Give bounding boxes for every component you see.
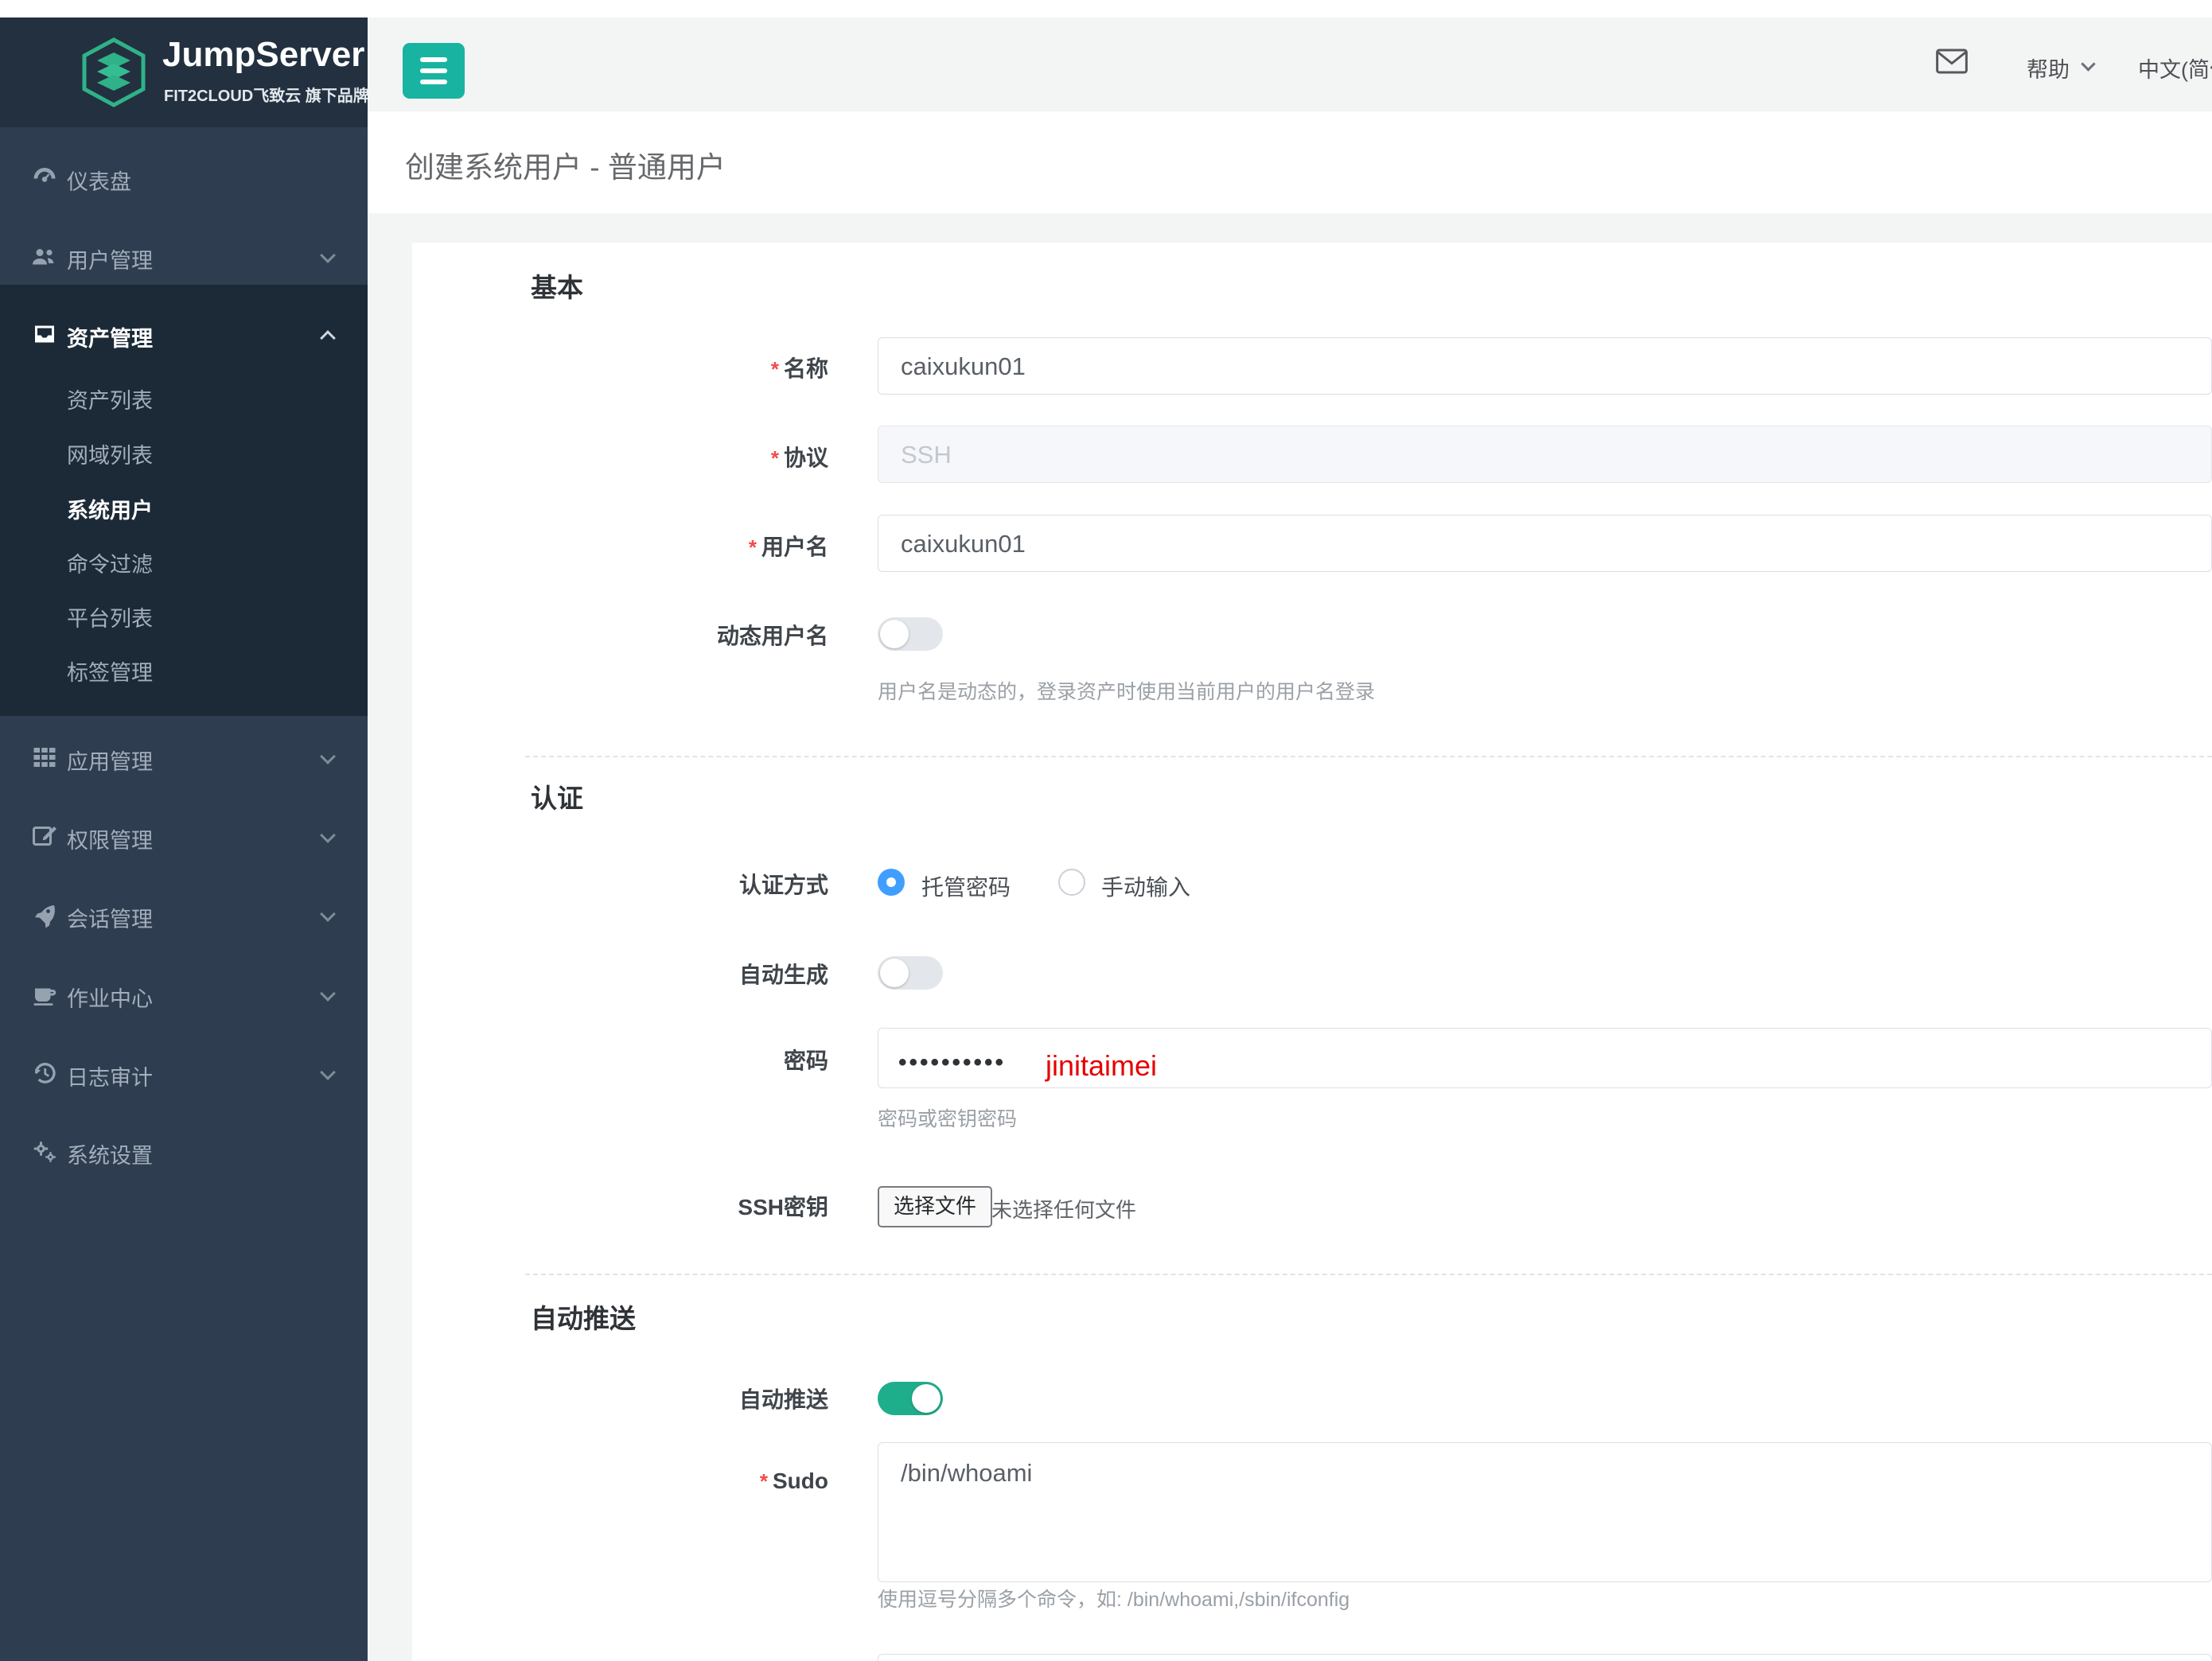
dynamic-username-help: 用户名是动态的，登录资产时使用当前用户的用户名登录 xyxy=(878,676,1375,705)
topbar: 帮助 中文(简体 xyxy=(368,18,2212,112)
dynamic-username-toggle[interactable] xyxy=(878,617,943,651)
required-asterisk: * xyxy=(771,357,779,381)
password-masked-value: •••••••••• xyxy=(898,1049,1006,1076)
name-label: *名称 xyxy=(412,352,828,383)
sidebar-item-command-filters[interactable]: 命令过滤 xyxy=(0,536,368,584)
sidebar-item-user-management[interactable]: 用户管理 xyxy=(0,231,368,282)
jumpserver-app: JumpServer FIT2CLOUD飞致云 旗下品牌 仪表盘 用户管理 资产… xyxy=(0,0,2212,1661)
auto-push-toggle[interactable] xyxy=(878,1382,943,1415)
auth-method-label: 认证方式 xyxy=(412,868,828,900)
inbox-icon xyxy=(30,320,59,348)
page-title: 创建系统用户 - 普通用户 xyxy=(405,143,726,186)
sidebar-item-job-center[interactable]: 作业中心 xyxy=(0,969,368,1020)
chevron-down-icon xyxy=(322,908,335,921)
sudo-label: *Sudo xyxy=(412,1468,828,1494)
form-panel: 基本 *名称 caixukun01 *协议 SSH *用户名 caixukun0… xyxy=(412,243,2212,1661)
radio-managed-password-label[interactable]: 托管密码 xyxy=(921,870,1011,902)
auto-push-label: 自动推送 xyxy=(412,1383,828,1414)
chevron-down-icon xyxy=(322,1067,335,1079)
jumpserver-logo-icon xyxy=(80,37,148,108)
password-annotation: jinitaimei xyxy=(1046,1049,1157,1083)
users-icon xyxy=(30,242,59,270)
sidebar-item-asset-list[interactable]: 资产列表 xyxy=(0,372,368,420)
auto-generate-toggle[interactable] xyxy=(878,956,943,990)
password-help: 密码或密钥密码 xyxy=(878,1103,1017,1132)
choose-file-button[interactable]: 选择文件 xyxy=(878,1186,992,1227)
chevron-down-icon xyxy=(2083,59,2094,70)
next-field-input[interactable] xyxy=(878,1654,2212,1661)
section-heading-basic: 基本 xyxy=(531,266,583,305)
sudo-help: 使用逗号分隔多个命令，如: /bin/whoami,/sbin/ifconfig xyxy=(878,1584,1349,1612)
content-area: 基本 *名称 caixukun01 *协议 SSH *用户名 caixukun0… xyxy=(368,213,2212,1661)
grid-icon xyxy=(30,743,59,772)
section-heading-auth: 认证 xyxy=(531,777,583,815)
required-asterisk: * xyxy=(749,535,757,559)
sidebar-item-domain-list[interactable]: 网域列表 xyxy=(0,427,368,475)
sidebar-item-system-users[interactable]: 系统用户 xyxy=(0,482,368,530)
section-divider xyxy=(525,756,2212,757)
auto-generate-label: 自动生成 xyxy=(412,958,828,990)
chevron-down-icon xyxy=(322,830,335,842)
browser-top-strip xyxy=(0,0,2212,18)
sidebar: JumpServer FIT2CLOUD飞致云 旗下品牌 仪表盘 用户管理 资产… xyxy=(0,18,368,1661)
chevron-up-icon xyxy=(322,333,335,345)
rocket-icon xyxy=(30,901,59,929)
protocol-input: SSH xyxy=(878,426,2212,483)
sidebar-item-app-management[interactable]: 应用管理 xyxy=(0,732,368,783)
envelope-icon[interactable] xyxy=(1935,48,1969,75)
name-input[interactable]: caixukun01 xyxy=(878,337,2212,395)
pen-square-icon xyxy=(30,822,59,850)
radio-manual-input-label[interactable]: 手动输入 xyxy=(1101,870,1190,902)
radio-manual-input[interactable] xyxy=(1058,869,1085,896)
sidebar-item-asset-management[interactable]: 资产管理 xyxy=(0,309,368,360)
required-asterisk: * xyxy=(760,1469,768,1493)
gauge-icon xyxy=(30,163,59,192)
brand-name: JumpServer xyxy=(162,35,364,75)
section-divider xyxy=(525,1274,2212,1275)
username-input[interactable]: caixukun01 xyxy=(878,515,2212,572)
sidebar-item-dashboard[interactable]: 仪表盘 xyxy=(0,152,368,203)
sidebar-item-system-settings[interactable]: 系统设置 xyxy=(0,1126,368,1177)
brand-subtitle: FIT2CLOUD飞致云 旗下品牌 xyxy=(164,83,368,106)
sidebar-item-log-audit[interactable]: 日志审计 xyxy=(0,1048,368,1099)
no-file-chosen-text: 未选择任何文件 xyxy=(991,1194,1136,1223)
sidebar-item-session-management[interactable]: 会话管理 xyxy=(0,889,368,940)
chevron-down-icon xyxy=(322,250,335,263)
chevron-down-icon xyxy=(322,751,335,764)
section-heading-auto-push: 自动推送 xyxy=(531,1297,636,1336)
radio-managed-password[interactable] xyxy=(878,869,905,896)
sudo-textarea[interactable]: /bin/whoami xyxy=(878,1442,2212,1582)
password-label: 密码 xyxy=(412,1044,828,1076)
history-icon xyxy=(30,1059,59,1087)
dynamic-username-label: 动态用户名 xyxy=(412,619,828,651)
title-band: 创建系统用户 - 普通用户 xyxy=(368,111,2212,213)
username-label: *用户名 xyxy=(412,530,828,562)
coffee-icon xyxy=(30,980,59,1009)
chevron-down-icon xyxy=(322,988,335,1001)
logo-block[interactable]: JumpServer FIT2CLOUD飞致云 旗下品牌 xyxy=(0,18,368,127)
required-asterisk: * xyxy=(771,446,779,470)
help-menu[interactable]: 帮助 xyxy=(2027,53,2070,84)
protocol-label: *协议 xyxy=(412,441,828,473)
sidebar-item-platform-list[interactable]: 平台列表 xyxy=(0,590,368,638)
hamburger-icon[interactable] xyxy=(403,43,465,99)
sidebar-item-permission-management[interactable]: 权限管理 xyxy=(0,811,368,862)
sidebar-item-label-management[interactable]: 标签管理 xyxy=(0,644,368,692)
gears-icon xyxy=(30,1137,59,1165)
ssh-key-label: SSH密钥 xyxy=(412,1190,828,1222)
language-selector[interactable]: 中文(简体 xyxy=(2138,53,2212,84)
